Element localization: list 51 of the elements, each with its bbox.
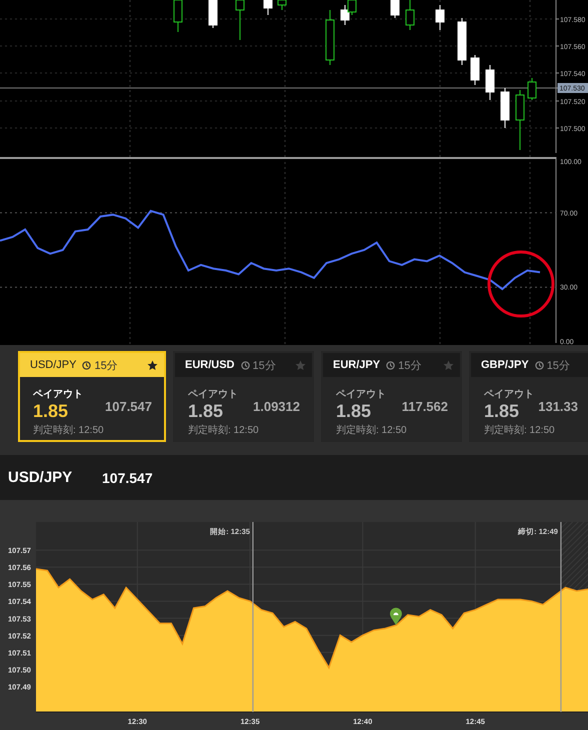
period-label: 15分 [546,358,570,372]
asset-card[interactable]: EUR/USD 15分 ペイアウト 1.85 1.09312 判定時刻: 12:50 [173,351,314,442]
candlestick [326,10,334,66]
period-label: 15分 [94,358,118,372]
expiry-time: 判定時刻: 12:50 [484,424,556,437]
asset-price: 1.09312 [253,399,300,414]
expiry-time: 判定時刻: 12:50 [33,424,105,437]
clock-icon [240,360,250,370]
currency-pair: USD/JPY [30,359,76,371]
candlestick [528,78,536,100]
payout-label: ペイアウト [336,388,387,401]
star-icon[interactable] [443,360,454,370]
asset-price: 107.547 [105,399,152,414]
candlestick [470,54,480,86]
clock-icon [82,360,92,370]
payout-label: ペイアウト [188,388,239,401]
payout-value: 1.85 [484,401,520,422]
expiry-time: 判定時刻: 12:50 [188,424,260,437]
candlestick [500,88,510,128]
candlestick [264,0,272,16]
payout-value: 1.85 [188,401,224,422]
candlestick [436,4,444,30]
payout-value: 1.85 [336,401,372,422]
clock-icon [534,360,544,370]
current-price: 107.547 [102,470,153,486]
star-icon[interactable] [295,360,306,370]
period-label: 15分 [252,358,276,372]
candlestick [458,18,466,66]
pair-symbol: USD/JPY [8,469,74,486]
clock-icon [386,360,396,370]
currency-pair: GBP/JPY [481,359,529,371]
period-label: 15分 [398,358,422,372]
asset-card[interactable]: USD/JPY 15分 ペイアウト 1.85 107.547 判定時刻: 12:50 [18,351,166,442]
payout-value: 1.85 [33,401,68,422]
payout-label: ペイアウト [484,388,535,401]
currency-pair: EUR/JPY [333,359,380,371]
currency-pair: EUR/USD [185,359,235,371]
asset-price: 131.33 [538,399,578,414]
candlestick [390,0,400,18]
location-pin-icon [390,608,402,626]
candlestick [486,64,494,100]
candlestick [208,0,218,28]
asset-price: 117.562 [402,399,448,414]
asset-card[interactable]: EUR/JPY 15分 ペイアウト 1.85 117.562 判定時刻: 12:50 [321,351,462,442]
expiry-time: 判定時刻: 12:50 [336,424,408,437]
asset-card[interactable]: GBP/JPY 15分 ペイアウト 1.85 131.33 判定時刻: 12:50 [469,351,588,442]
star-icon[interactable] [147,360,158,370]
candlestick [340,4,350,26]
payout-label: ペイアウト [33,388,84,401]
candlestick [516,90,524,150]
highlight-circle [488,250,554,318]
